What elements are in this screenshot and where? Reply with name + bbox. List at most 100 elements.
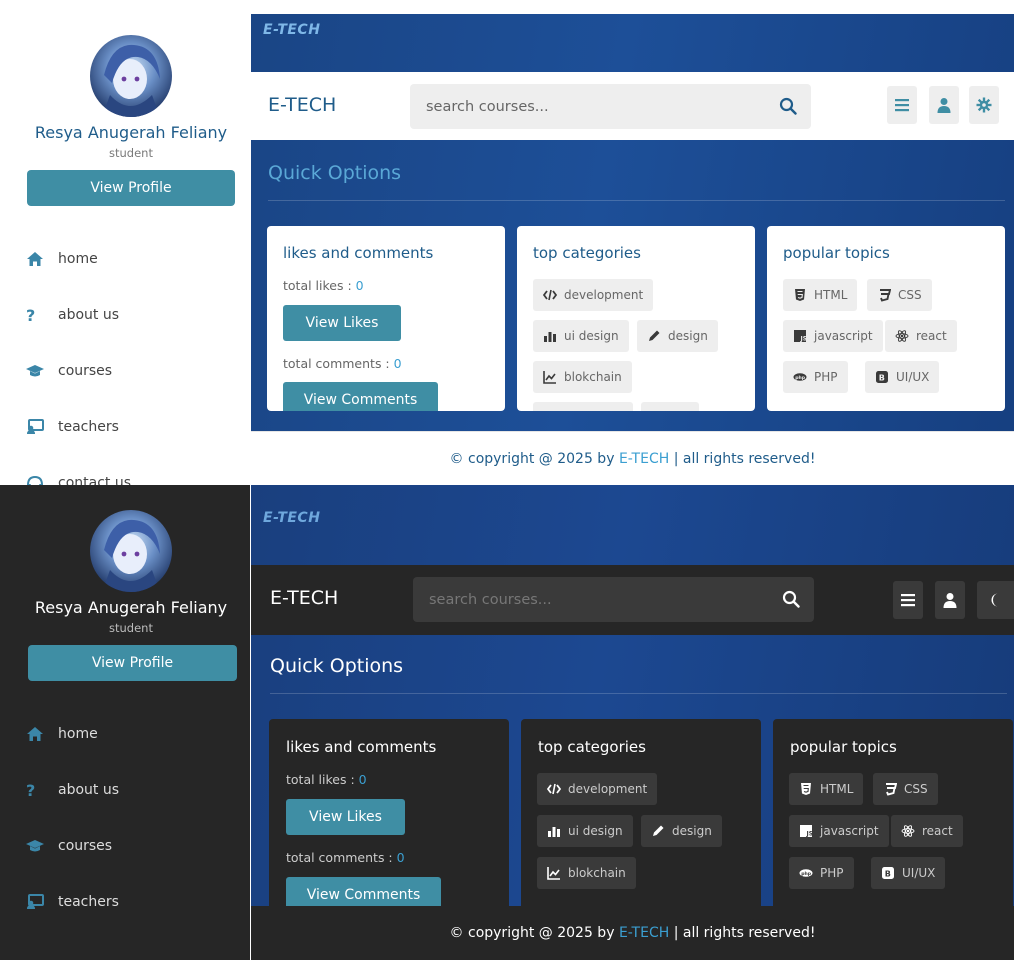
headset-icon — [26, 474, 48, 485]
nav-item-home[interactable]: home — [26, 246, 98, 272]
nav-label: contact us — [58, 475, 132, 485]
category-tag-blokchain[interactable]: blokchain — [533, 361, 632, 393]
view-likes-button[interactable]: View Likes — [283, 305, 401, 341]
card-title: likes and comments — [286, 738, 437, 756]
nav-label: home — [58, 251, 98, 267]
bar-chart-icon — [543, 329, 557, 343]
svg-text:JS: JS — [806, 831, 814, 838]
svg-text:B: B — [879, 374, 885, 383]
html5-icon — [793, 288, 807, 302]
comments-count: 0 — [393, 356, 402, 371]
search-icon[interactable] — [779, 97, 797, 115]
likes-comments-card: likes and comments total likes : 0 View … — [269, 719, 509, 919]
nav-item-teachers[interactable]: teachers — [26, 889, 119, 915]
settings-button[interactable] — [969, 86, 999, 124]
banner-logo: E-TECH — [263, 510, 321, 526]
comments-count: 0 — [396, 850, 405, 865]
search-box — [410, 84, 811, 129]
php-icon: php — [793, 370, 807, 384]
total-likes: total likes : 0 — [283, 278, 364, 293]
view-profile-button[interactable]: View Profile — [27, 170, 235, 206]
dark-theme-screen: Resya Anugerah Feliany student View Prof… — [0, 485, 1014, 960]
avatar — [90, 35, 172, 117]
total-comments: total comments : 0 — [283, 356, 402, 371]
nav-item-home[interactable]: home — [26, 721, 98, 747]
nav-item-about-us[interactable]: ? about us — [26, 302, 119, 328]
pen-icon — [647, 329, 661, 343]
react-icon — [901, 824, 915, 838]
nav-item-courses[interactable]: courses — [26, 833, 112, 859]
theme-toggle-button[interactable] — [977, 581, 1014, 619]
search-icon[interactable] — [782, 590, 800, 608]
graduation-cap-icon — [26, 837, 48, 855]
category-tag-ui-design[interactable]: ui design — [533, 320, 629, 352]
footer-brand-link[interactable]: E-TECH — [619, 925, 669, 941]
card-title: popular topics — [790, 738, 897, 756]
user-button[interactable] — [929, 86, 959, 124]
topic-tag-ui-ux[interactable]: B UI/UX — [865, 361, 940, 393]
footer-brand-link[interactable]: E-TECH — [619, 451, 669, 467]
brand-logo[interactable]: E-TECH — [270, 587, 338, 609]
category-tag-blokchain[interactable]: blokchain — [537, 857, 636, 889]
nav-item-contact-us[interactable]: contact us — [26, 470, 131, 485]
menu-icon — [895, 99, 909, 112]
nav-label: teachers — [58, 894, 119, 910]
category-tag-design[interactable]: design — [637, 320, 718, 352]
user-button[interactable] — [935, 581, 965, 619]
home-icon — [26, 725, 48, 743]
light-theme-screen: Resya Anugerah Feliany student View Prof… — [0, 10, 1014, 485]
line-chart-icon — [543, 370, 557, 384]
total-comments: total comments : 0 — [286, 850, 405, 865]
topic-tag-react[interactable]: react — [885, 320, 957, 352]
category-tag-javascript[interactable]: javascript — [533, 402, 633, 411]
nav-item-teachers[interactable]: teachers — [26, 414, 119, 440]
total-likes: total likes : 0 — [286, 772, 367, 787]
svg-text:php: php — [795, 375, 806, 381]
view-likes-button[interactable]: View Likes — [286, 799, 405, 835]
category-tag-development[interactable]: development — [533, 279, 654, 311]
nav-item-courses[interactable]: courses — [26, 358, 112, 384]
top-categories-card: top categories development ui design des… — [521, 719, 761, 919]
graduation-cap-icon — [26, 362, 48, 380]
topic-tag-javascript[interactable]: JS javascript — [789, 815, 889, 847]
popular-topics-card: popular topics HTML CSS JS javascript rea… — [767, 226, 1005, 411]
topic-tag-ui-ux[interactable]: B UI/UX — [871, 857, 946, 889]
search-input[interactable] — [429, 577, 769, 622]
topic-tag-html[interactable]: HTML — [789, 773, 864, 805]
footer: © copyright @ 2025 by E-TECH | all right… — [251, 431, 1014, 485]
bar-chart-icon — [547, 824, 561, 838]
menu-button[interactable] — [893, 581, 923, 619]
category-tag-ui-design[interactable]: ui design — [537, 815, 633, 847]
card-title: top categories — [538, 738, 646, 756]
topic-tag-css[interactable]: CSS — [867, 279, 932, 311]
category-tag-sql[interactable]: sql — [641, 402, 700, 411]
topic-tag-php[interactable]: php PHP — [783, 361, 848, 393]
user-role: student — [109, 146, 153, 160]
likes-count: 0 — [358, 772, 367, 787]
brand-logo[interactable]: E-TECH — [268, 94, 336, 116]
js-icon: JS — [793, 329, 807, 343]
view-comments-button[interactable]: View Comments — [283, 382, 438, 411]
topic-tag-html[interactable]: HTML — [783, 279, 858, 311]
category-tag-design[interactable]: design — [641, 815, 722, 847]
css3-icon — [883, 782, 897, 796]
nav-item-about-us[interactable]: ? about us — [26, 777, 119, 803]
menu-button[interactable] — [887, 86, 917, 124]
section-title: Quick Options — [268, 162, 402, 184]
svg-text:B: B — [885, 870, 891, 879]
js-icon: JS — [799, 824, 813, 838]
topic-tag-react[interactable]: react — [891, 815, 963, 847]
main-content: E-TECH E-TECH Quick Options likes and co — [251, 485, 1014, 960]
topic-tag-php[interactable]: php PHP — [789, 857, 854, 889]
topic-tag-css[interactable]: CSS — [873, 773, 938, 805]
top-header: E-TECH — [251, 565, 1014, 635]
main-content: E-TECH E-TECH Quick Options likes and co — [251, 14, 1014, 485]
banner-logo: E-TECH — [263, 22, 321, 38]
view-profile-button[interactable]: View Profile — [28, 645, 237, 681]
section-divider — [268, 200, 1005, 201]
avatar — [90, 510, 172, 592]
search-input[interactable] — [426, 84, 766, 129]
card-title: likes and comments — [283, 244, 434, 262]
category-tag-development[interactable]: development — [537, 773, 658, 805]
topic-tag-javascript[interactable]: JS javascript — [783, 320, 883, 352]
